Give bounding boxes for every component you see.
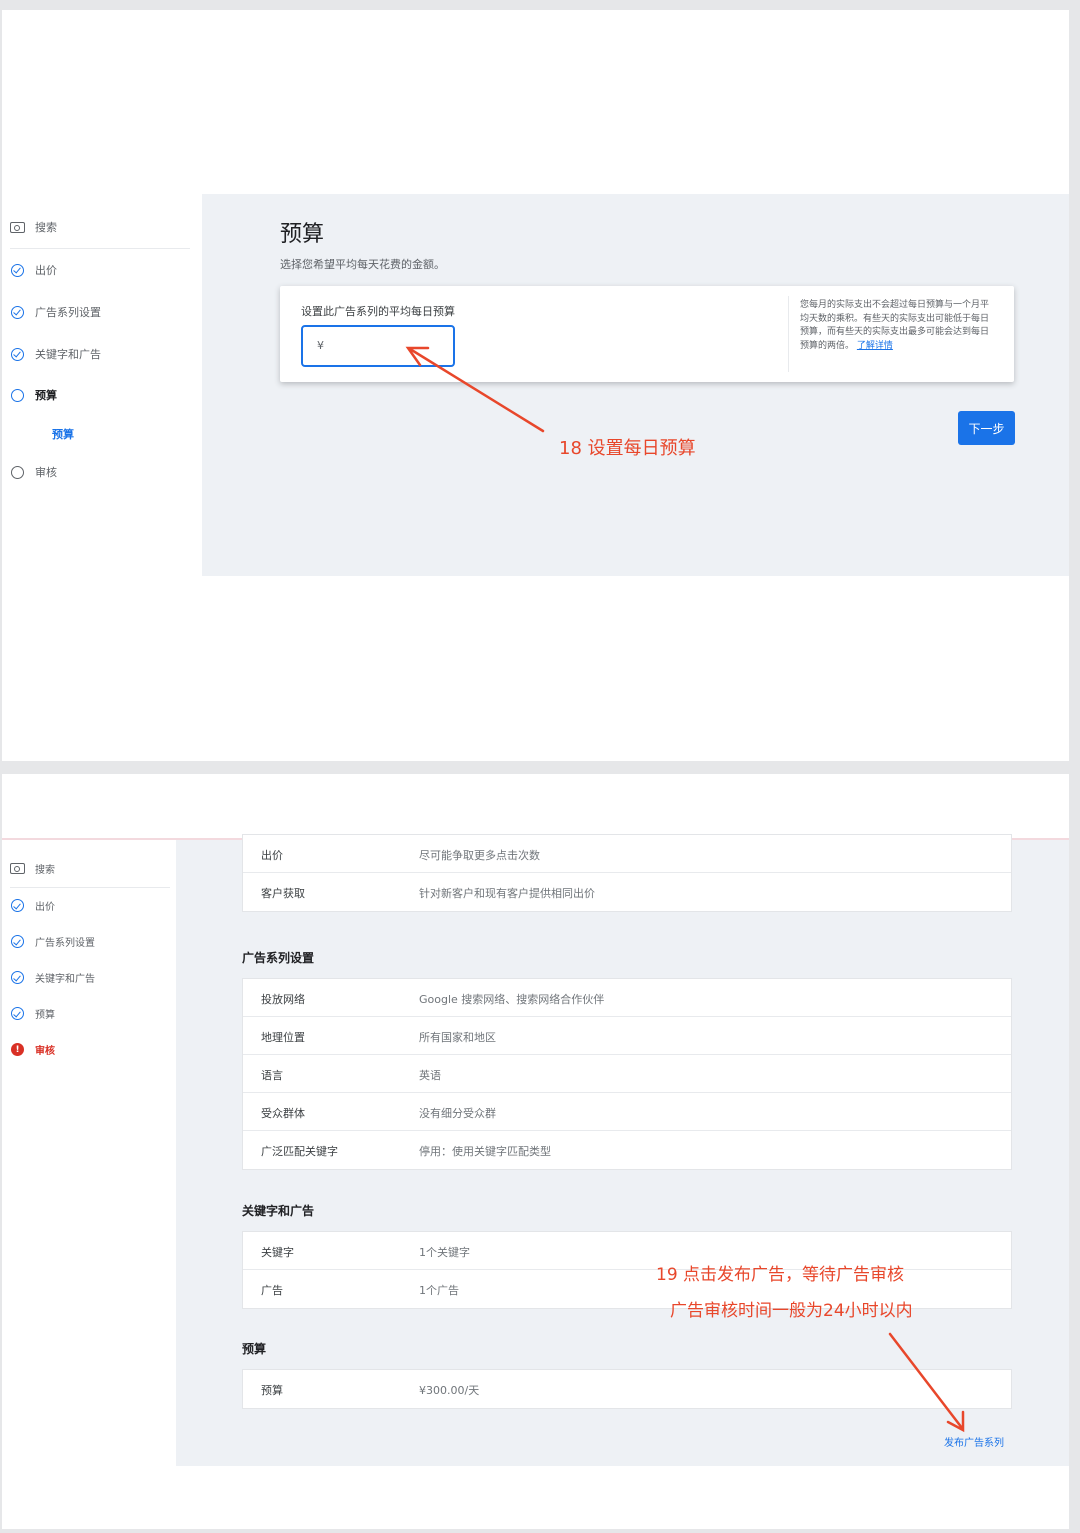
check-circle-icon (10, 934, 25, 949)
section-title-keywords-ads: 关键字和广告 (242, 1204, 315, 1218)
table-row: 受众群体 没有细分受众群 (243, 1093, 1011, 1131)
campaign-settings-table: 投放网络 Google 搜索网络、搜索网络合作伙伴 地理位置 所有国家和地区 语… (242, 978, 1012, 1170)
check-circle-icon (10, 898, 25, 913)
learn-more-link[interactable]: 了解详情 (857, 341, 893, 351)
review-time-annotation: 广告审核时间一般为24小时以内 (670, 1301, 913, 1321)
section-title-campaign-settings: 广告系列设置 (242, 951, 315, 965)
row-key: 受众群体 (261, 1107, 305, 1120)
sidebar-item-label: 预算 (35, 389, 57, 402)
sidebar-item-label: 审核 (35, 1046, 55, 1057)
table-row: 预算 ¥300.00/天 (243, 1370, 1011, 1408)
budget-input-label: 设置此广告系列的平均每日预算 (301, 305, 455, 318)
sidebar-subitem-budget[interactable]: 预算 (52, 426, 74, 442)
table-row: 客户获取 针对新客户和现有客户提供相同出价 (243, 873, 1011, 911)
sidebar-item-label: 广告系列设置 (35, 306, 101, 319)
row-value: 停用：使用关键字匹配类型 (419, 1145, 551, 1158)
row-key: 广泛匹配关键字 (261, 1145, 338, 1158)
sidebar-item-label: 出价 (35, 264, 57, 277)
sidebar-item-label: 搜索 (35, 221, 57, 234)
budget-summary-table: 预算 ¥300.00/天 (242, 1369, 1012, 1409)
publish-campaign-button[interactable]: 发布广告系列 (944, 1434, 1004, 1449)
current-step-circle-icon (10, 388, 25, 403)
row-key: 语言 (261, 1069, 283, 1082)
sidebar-item-keywords-ads[interactable]: 关键字和广告 (10, 970, 95, 985)
budget-card: 设置此广告系列的平均每日预算 ¥ 您每月的实际支出不会超过每日预算与一个月平均天… (280, 286, 1014, 382)
row-key: 客户获取 (261, 887, 305, 900)
sidebar-item-label: 关键字和广告 (35, 348, 101, 361)
table-row: 广泛匹配关键字 停用：使用关键字匹配类型 (243, 1131, 1011, 1169)
sidebar-item-search[interactable]: 搜索 (10, 861, 55, 876)
top-bar (2, 774, 1069, 840)
step-18-annotation: 18 设置每日预算 (559, 438, 696, 459)
row-value: 1个关键字 (419, 1246, 470, 1259)
row-key: 关键字 (261, 1246, 294, 1259)
row-value: 针对新客户和现有客户提供相同出价 (419, 887, 595, 900)
page-subtitle: 选择您希望平均每天花费的金额。 (280, 258, 445, 271)
row-value: 所有国家和地区 (419, 1031, 496, 1044)
table-row: 地理位置 所有国家和地区 (243, 1017, 1011, 1055)
check-circle-icon (10, 263, 25, 278)
row-key: 出价 (261, 849, 283, 862)
sidebar-item-review[interactable]: ! 审核 (10, 1042, 55, 1057)
page-title: 预算 (280, 222, 325, 247)
sidebar-item-label: 广告系列设置 (35, 938, 95, 949)
row-value: ¥300.00/天 (419, 1384, 480, 1397)
row-key: 预算 (261, 1384, 283, 1397)
sidebar-item-campaign-settings[interactable]: 广告系列设置 (10, 934, 95, 949)
sidebar-divider (10, 887, 170, 888)
sidebar-item-label: 搜索 (35, 865, 55, 876)
table-row: 投放网络 Google 搜索网络、搜索网络合作伙伴 (243, 979, 1011, 1017)
sidebar-item-budget[interactable]: 预算 (10, 1006, 55, 1021)
empty-circle-icon (10, 465, 25, 480)
help-text-body: 您每月的实际支出不会超过每日预算与一个月平均天数的乘积。有些天的实际支出可能低于… (800, 300, 990, 351)
check-circle-icon (10, 305, 25, 320)
sidebar-item-bidding[interactable]: 出价 (10, 898, 55, 913)
search-icon (10, 861, 25, 876)
row-value: 没有细分受众群 (419, 1107, 496, 1120)
sidebar-item-label: 预算 (52, 428, 74, 441)
card-divider (788, 296, 789, 372)
table-row: 出价 尽可能争取更多点击次数 (243, 835, 1011, 873)
sidebar-item-bidding[interactable]: 出价 (10, 262, 57, 278)
row-key: 广告 (261, 1284, 283, 1297)
sidebar-item-label: 预算 (35, 1010, 55, 1021)
sidebar-item-label: 关键字和广告 (35, 974, 95, 985)
row-key: 投放网络 (261, 993, 305, 1006)
sidebar-item-label: 出价 (35, 902, 55, 913)
sidebar-item-budget[interactable]: 预算 (10, 387, 57, 403)
row-value: 尽可能争取更多点击次数 (419, 849, 540, 862)
row-value: Google 搜索网络、搜索网络合作伙伴 (419, 993, 605, 1006)
sidebar-item-label: 审核 (35, 466, 57, 479)
sidebar-item-search[interactable]: 搜索 (10, 219, 57, 235)
error-circle-icon: ! (10, 1042, 25, 1057)
review-main-area: 出价 尽可能争取更多点击次数 客户获取 针对新客户和现有客户提供相同出价 广告系… (176, 834, 1069, 1466)
check-circle-icon (10, 347, 25, 362)
row-key: 地理位置 (261, 1031, 305, 1044)
budget-main-area: 预算 选择您希望平均每天花费的金额。 设置此广告系列的平均每日预算 ¥ 您每月的… (202, 194, 1069, 576)
sidebar-item-review[interactable]: 审核 (10, 464, 57, 480)
sidebar-item-campaign-settings[interactable]: 广告系列设置 (10, 304, 101, 320)
sidebar-item-keywords-ads[interactable]: 关键字和广告 (10, 346, 101, 362)
sidebar-divider (10, 248, 190, 249)
check-circle-icon (10, 970, 25, 985)
bidding-summary-table: 出价 尽可能争取更多点击次数 客户获取 针对新客户和现有客户提供相同出价 (242, 834, 1012, 912)
review-step-screenshot: 搜索 出价 广告系列设置 关键字和广告 预算 ! 审核 出价 尽可能争取更多点击… (2, 774, 1069, 1529)
budget-help-text: 您每月的实际支出不会超过每日预算与一个月平均天数的乘积。有些天的实际支出可能低于… (800, 299, 992, 353)
check-circle-icon (10, 1006, 25, 1021)
budget-step-screenshot: 搜索 出价 广告系列设置 关键字和广告 预算 预算 审核 预算 选择您希望平均每… (2, 10, 1069, 761)
step-19-annotation: 19 点击发布广告，等待广告审核 (656, 1265, 905, 1285)
section-title-budget: 预算 (242, 1342, 267, 1356)
table-row: 语言 英语 (243, 1055, 1011, 1093)
search-icon (10, 220, 25, 235)
daily-budget-input[interactable]: ¥ (301, 325, 455, 367)
next-button[interactable]: 下一步 (958, 411, 1015, 445)
row-value: 1个广告 (419, 1284, 459, 1297)
row-value: 英语 (419, 1069, 441, 1082)
